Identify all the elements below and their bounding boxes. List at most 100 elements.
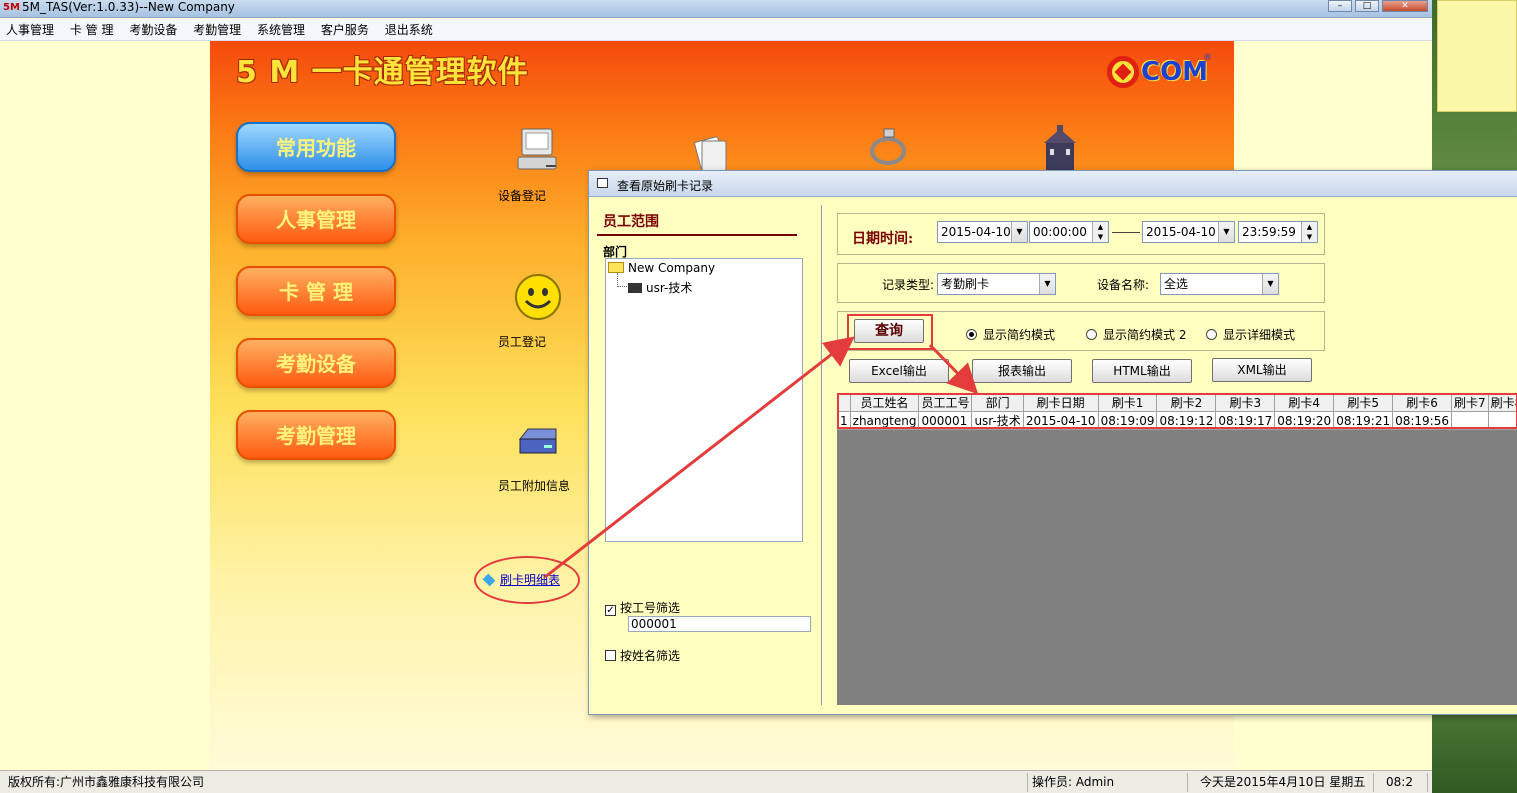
device-name-value: 全选 <box>1164 277 1189 291</box>
menu-customer-service[interactable]: 客户服务 <box>315 19 375 41</box>
menu-exit[interactable]: 退出系统 <box>379 19 439 41</box>
status-operator: 操作员: Admin <box>1028 773 1188 792</box>
start-date-picker[interactable]: 2015-04-10 ▼ <box>937 221 1028 243</box>
logo-text: COM <box>1141 57 1209 87</box>
filter-by-name-label: 按姓名筛选 <box>620 649 681 663</box>
record-type-value: 考勤刷卡 <box>941 277 990 291</box>
mode-simple2-label: 显示简约模式 2 <box>1103 328 1187 342</box>
filter-by-id-checkbox[interactable]: ✓ 按工号筛选 <box>605 599 680 616</box>
query-annotation-box <box>847 314 933 350</box>
smiley-icon <box>514 273 562 321</box>
folder-icon <box>608 262 624 273</box>
window-title: 5M_TAS(Ver:1.0.33)--New Company <box>22 0 235 14</box>
app-logo-icon: 5M <box>3 2 20 13</box>
spin-icon[interactable]: ▲ ▼ <box>1301 222 1317 242</box>
building-icon <box>1036 125 1084 173</box>
end-date-picker[interactable]: 2015-04-10 ▼ <box>1142 221 1235 243</box>
menu-system[interactable]: 系统管理 <box>251 19 311 41</box>
menu-personnel[interactable]: 人事管理 <box>0 19 60 41</box>
cable-icon <box>864 127 912 175</box>
app-background-left <box>0 41 210 770</box>
nav-personnel[interactable]: 人事管理 <box>236 194 396 244</box>
window-icon <box>597 178 608 188</box>
func-device-register-label: 设备登记 <box>498 189 547 203</box>
spin-icon[interactable]: ▲ ▼ <box>1092 222 1108 242</box>
department-tree[interactable]: New Company usr-技术 <box>605 258 803 542</box>
status-date: 今天是2015年4月10日 星期五 <box>1196 773 1374 792</box>
employee-range-panel: 员工范围 部门 New Company usr-技术 ✓ 按工号筛选 000001… <box>597 205 821 705</box>
func-employee-extra-info[interactable]: 员工附加信息 <box>498 417 578 493</box>
chevron-down-icon[interactable]: ▼ <box>1039 274 1055 294</box>
brand-title: 5 M 一卡通管理软件 <box>236 55 529 90</box>
raw-swipe-records-dialog: 查看原始刷卡记录 员工范围 部门 New Company usr-技术 ✓ 按工号… <box>588 170 1517 715</box>
menu-attendance[interactable]: 考勤管理 <box>187 19 247 41</box>
datetime-group: 日期时间: 2015-04-10 ▼ 00:00:00 ▲ ▼ 2015-04-1… <box>837 213 1325 255</box>
panel-divider <box>821 205 823 705</box>
mode-detail-radio[interactable]: 显示详细模式 <box>1206 326 1295 343</box>
device-name-select[interactable]: 全选 ▼ <box>1160 273 1279 295</box>
start-date-value: 2015-04-10 <box>941 225 1011 239</box>
nav-common-functions[interactable]: 常用功能 <box>236 122 396 172</box>
chevron-down-icon[interactable]: ▼ <box>1011 222 1027 242</box>
annotation-circle <box>474 556 580 604</box>
end-time-spinner[interactable]: 23:59:59 ▲ ▼ <box>1238 221 1318 243</box>
close-button[interactable]: ✕ <box>1382 0 1428 12</box>
checkbox-icon <box>605 650 616 661</box>
tree-node-root-label: New Company <box>628 261 716 275</box>
dialog-title: 查看原始刷卡记录 <box>617 179 714 193</box>
employee-id-input[interactable]: 000001 <box>628 616 811 632</box>
grid-annotation-box <box>837 393 1517 429</box>
mode-detail-label: 显示详细模式 <box>1223 328 1296 342</box>
report-export-button[interactable]: 报表输出 <box>972 359 1072 383</box>
menu-card[interactable]: 卡 管 理 <box>64 19 120 41</box>
datetime-label: 日期时间: <box>852 231 914 247</box>
end-date-value: 2015-04-10 <box>1146 225 1216 239</box>
employee-range-heading: 员工范围 <box>597 205 797 236</box>
mode-simple-label: 显示简约模式 <box>983 328 1056 342</box>
func-device-register[interactable]: 设备登记 <box>498 127 578 203</box>
chevron-down-icon[interactable]: ▼ <box>1262 274 1278 294</box>
record-type-group: 记录类型: 考勤刷卡 ▼ 设备名称: 全选 ▼ <box>837 263 1325 303</box>
dialog-title-bar: 查看原始刷卡记录 <box>589 171 1517 197</box>
html-export-button[interactable]: HTML输出 <box>1092 359 1192 383</box>
mode-simple2-radio[interactable]: 显示简约模式 2 <box>1086 326 1186 343</box>
logo-registered: ® <box>1203 53 1212 63</box>
end-time-value: 23:59:59 <box>1242 225 1296 239</box>
checkbox-checked-icon: ✓ <box>605 605 616 616</box>
start-time-spinner[interactable]: 00:00:00 ▲ ▼ <box>1029 221 1109 243</box>
func-cable-icon[interactable] <box>848 127 928 175</box>
drive-icon <box>514 417 562 465</box>
device-name-label: 设备名称: <box>1097 278 1150 292</box>
excel-export-button[interactable]: Excel输出 <box>849 359 949 383</box>
records-grid[interactable]: 员工姓名员工工号部门刷卡日期刷卡1刷卡2刷卡3刷卡4刷卡5刷卡6刷卡7刷卡8 1… <box>837 393 1517 705</box>
filter-by-name-checkbox[interactable]: 按姓名筛选 <box>605 647 680 664</box>
radio-icon <box>1206 329 1217 340</box>
func-employee-register-label: 员工登记 <box>498 335 547 349</box>
tree-node-child[interactable]: usr-技术 <box>628 279 692 296</box>
chevron-down-icon[interactable]: ▼ <box>1218 222 1234 242</box>
status-bar: 版权所有:广州市鑫雅康科技有限公司 操作员: Admin 今天是2015年4月1… <box>0 770 1432 793</box>
company-logo: COM ® <box>1107 53 1212 93</box>
record-type-select[interactable]: 考勤刷卡 ▼ <box>937 273 1056 295</box>
maximize-button[interactable]: □ <box>1355 0 1379 12</box>
range-separator <box>1112 232 1140 233</box>
mode-simple-radio[interactable]: 显示简约模式 <box>966 326 1055 343</box>
status-time: 08:2 <box>1382 773 1428 792</box>
nav-card-management[interactable]: 卡 管 理 <box>236 266 396 316</box>
filter-by-id-label: 按工号筛选 <box>620 601 681 615</box>
func-employee-register[interactable]: 员工登记 <box>498 273 578 349</box>
minimize-button[interactable]: – <box>1328 0 1352 12</box>
tree-node-child-label: usr-技术 <box>646 281 693 295</box>
computer-icon <box>514 127 562 175</box>
radio-selected-icon <box>966 329 977 340</box>
func-building-icon[interactable] <box>1020 125 1100 173</box>
sticky-note <box>1437 0 1517 112</box>
nav-attendance-device[interactable]: 考勤设备 <box>236 338 396 388</box>
nav-attendance-management[interactable]: 考勤管理 <box>236 410 396 460</box>
department-icon <box>628 283 642 293</box>
start-time-value: 00:00:00 <box>1033 225 1087 239</box>
menu-bar: 人事管理 卡 管 理 考勤设备 考勤管理 系统管理 客户服务 退出系统 <box>0 19 1432 41</box>
xml-export-button[interactable]: XML输出 <box>1212 358 1312 382</box>
menu-attendance-device[interactable]: 考勤设备 <box>123 19 183 41</box>
window-title-bar: 5M 5M_TAS(Ver:1.0.33)--New Company – □ ✕ <box>0 0 1432 18</box>
